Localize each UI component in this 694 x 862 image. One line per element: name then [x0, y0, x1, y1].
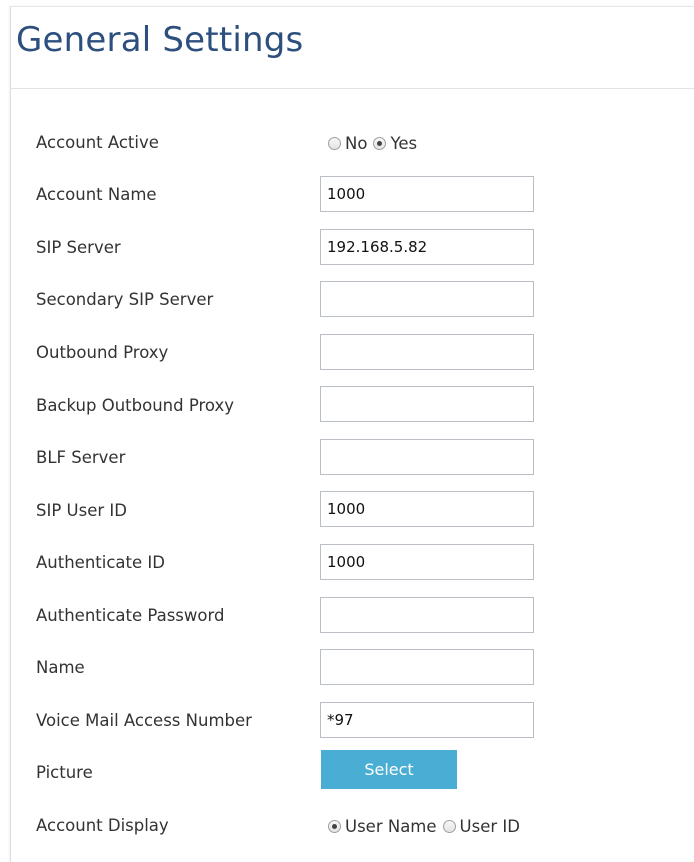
- name-input[interactable]: [320, 649, 534, 685]
- outbound-proxy-label: Outbound Proxy: [36, 343, 169, 362]
- account-active-no-radio[interactable]: [328, 137, 341, 150]
- sip-user-id-input[interactable]: [320, 491, 534, 527]
- backup-outbound-proxy-input[interactable]: [320, 386, 534, 422]
- account-display-user-id-radio[interactable]: [442, 820, 456, 833]
- authenticate-id-label: Authenticate ID: [36, 553, 165, 572]
- account-active-radio-group: No Yes: [328, 134, 423, 153]
- account-active-no-label[interactable]: No: [345, 134, 367, 153]
- authenticate-password-label: Authenticate Password: [36, 606, 225, 625]
- page-title: General Settings: [16, 20, 304, 60]
- sip-server-label: SIP Server: [36, 238, 121, 257]
- authenticate-password-input[interactable]: [320, 597, 534, 633]
- account-active-yes-label[interactable]: Yes: [390, 134, 417, 153]
- account-display-user-name-label[interactable]: User Name: [345, 817, 437, 836]
- secondary-sip-server-label: Secondary SIP Server: [36, 290, 214, 309]
- blf-server-label: BLF Server: [36, 448, 126, 467]
- secondary-sip-server-input[interactable]: [320, 281, 534, 317]
- sip-user-id-label: SIP User ID: [36, 501, 127, 520]
- name-label: Name: [36, 658, 85, 677]
- blf-server-input[interactable]: [320, 439, 534, 475]
- account-name-input[interactable]: [320, 176, 534, 212]
- account-display-user-name-radio[interactable]: [328, 820, 341, 833]
- account-display-radio-group: User Name User ID: [328, 817, 526, 836]
- authenticate-id-input[interactable]: [320, 544, 534, 580]
- picture-select-button[interactable]: Select: [321, 750, 457, 789]
- account-active-yes-radio[interactable]: [373, 137, 387, 150]
- account-display-label: Account Display: [36, 816, 169, 835]
- picture-label: Picture: [36, 763, 93, 782]
- title-divider: [10, 88, 694, 89]
- account-name-label: Account Name: [36, 185, 157, 204]
- voice-mail-access-number-input[interactable]: [320, 702, 534, 738]
- outbound-proxy-input[interactable]: [320, 334, 534, 370]
- account-display-user-id-label[interactable]: User ID: [460, 817, 520, 836]
- voice-mail-access-number-label: Voice Mail Access Number: [36, 711, 252, 730]
- backup-outbound-proxy-label: Backup Outbound Proxy: [36, 396, 235, 415]
- account-active-label: Account Active: [36, 133, 159, 152]
- sip-server-input[interactable]: [320, 229, 534, 265]
